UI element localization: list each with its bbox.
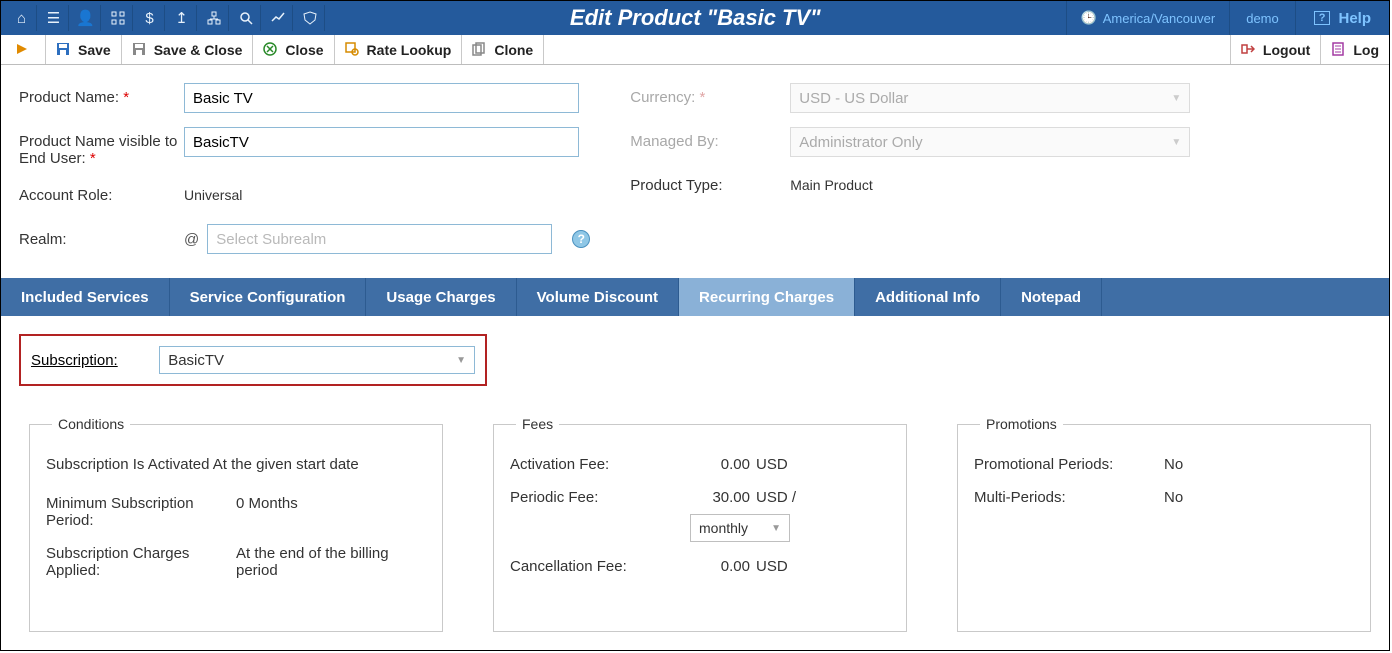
run-button[interactable] <box>1 35 46 64</box>
tab-service-configuration[interactable]: Service Configuration <box>170 278 367 316</box>
tab-included-services[interactable]: Included Services <box>1 278 170 316</box>
min-period-label: Minimum Subscription Period: <box>46 495 236 529</box>
hierarchy-icon[interactable] <box>199 5 229 31</box>
product-form: Product Name: * Product Name visible to … <box>1 65 1389 278</box>
promotions-legend: Promotions <box>980 416 1063 432</box>
product-type-value: Main Product <box>790 171 872 193</box>
chevron-down-icon: ▼ <box>1171 137 1181 148</box>
currency-select: USD - US Dollar▼ <box>790 83 1190 113</box>
periodic-fee-label: Periodic Fee: <box>510 489 690 506</box>
toolbar: Save Save & Close Close Rate Lookup Clon… <box>1 35 1389 65</box>
cancellation-fee-value: 0.00USD <box>690 558 890 575</box>
tab-content-recurring: Subscription: BasicTV ▼ Conditions Subsc… <box>1 316 1389 650</box>
save-button[interactable]: Save <box>46 35 122 64</box>
conditions-panel: Conditions Subscription Is Activated At … <box>29 416 443 632</box>
floppy-icon <box>56 42 72 58</box>
shield-icon[interactable] <box>295 5 325 31</box>
tab-filler <box>1102 278 1389 316</box>
subscription-select[interactable]: BasicTV ▼ <box>159 346 475 374</box>
search-icon[interactable] <box>231 5 261 31</box>
titlebar-iconrow: ⌂ ☰ 👤 $ ↥ <box>1 5 325 31</box>
grid-icon[interactable] <box>103 5 133 31</box>
chart-icon[interactable] <box>263 5 293 31</box>
promotional-periods-label: Promotional Periods: <box>974 456 1164 473</box>
multi-periods-label: Multi-Periods: <box>974 489 1164 506</box>
product-name-input[interactable] <box>184 83 579 113</box>
realm-input[interactable] <box>207 224 552 254</box>
managed-by-select: Administrator Only▼ <box>790 127 1190 157</box>
help-link[interactable]: ? Help <box>1295 1 1389 35</box>
chevron-down-icon: ▼ <box>456 355 466 366</box>
help-icon: ? <box>1314 11 1331 25</box>
user-link[interactable]: demo <box>1229 1 1295 35</box>
multi-periods-value: No <box>1164 489 1354 506</box>
clone-icon <box>472 42 488 58</box>
log-icon <box>1331 42 1347 58</box>
activation-text: Subscription Is Activated At the given s… <box>46 456 426 473</box>
close-button[interactable]: Close <box>253 35 334 64</box>
subscription-label: Subscription: <box>31 352 159 369</box>
clock-icon: 🕒 <box>1081 10 1097 26</box>
titlebar: ⌂ ☰ 👤 $ ↥ Edit Product "Basic TV" 🕒 Amer… <box>1 1 1389 35</box>
play-icon <box>15 42 31 58</box>
tab-usage-charges[interactable]: Usage Charges <box>366 278 516 316</box>
tab-additional-info[interactable]: Additional Info <box>855 278 1001 316</box>
rate-lookup-button[interactable]: Rate Lookup <box>335 35 463 64</box>
activation-fee-label: Activation Fee: <box>510 456 690 473</box>
import-icon[interactable]: ↥ <box>167 5 197 31</box>
floppy-icon <box>132 42 148 58</box>
page-title: Edit Product "Basic TV" <box>325 5 1066 31</box>
currency-label: Currency: * <box>630 83 790 106</box>
realm-at-symbol: @ <box>184 231 199 248</box>
activation-fee-value: 0.00USD <box>690 456 890 473</box>
timezone[interactable]: 🕒 America/Vancouver <box>1066 1 1230 35</box>
fees-panel: Fees Activation Fee: 0.00USD Periodic Fe… <box>493 416 907 632</box>
logout-button[interactable]: Logout <box>1230 35 1320 64</box>
min-period-value: 0 Months <box>236 495 426 512</box>
save-close-button[interactable]: Save & Close <box>122 35 254 64</box>
chevron-down-icon: ▼ <box>1171 93 1181 104</box>
product-name-label: Product Name: * <box>19 83 184 106</box>
product-name-eu-label: Product Name visible to End User: * <box>19 127 184 167</box>
product-type-label: Product Type: <box>630 171 790 194</box>
managed-by-label: Managed By: <box>630 127 790 150</box>
home-icon[interactable]: ⌂ <box>7 5 37 31</box>
list-icon[interactable]: ☰ <box>39 5 69 31</box>
close-icon <box>263 42 279 58</box>
charges-applied-label: Subscription Charges Applied: <box>46 545 236 579</box>
help-icon[interactable]: ? <box>572 230 590 248</box>
tab-notepad[interactable]: Notepad <box>1001 278 1102 316</box>
tab-recurring-charges[interactable]: Recurring Charges <box>679 278 855 316</box>
account-role-label: Account Role: <box>19 181 184 204</box>
person-icon[interactable]: 👤 <box>71 5 101 31</box>
period-select[interactable]: monthly ▼ <box>690 514 790 542</box>
log-button[interactable]: Log <box>1320 35 1389 64</box>
tabstrip: Included Services Service Configuration … <box>1 278 1389 316</box>
realm-label: Realm: <box>19 231 184 248</box>
logout-icon <box>1241 42 1257 58</box>
tab-volume-discount[interactable]: Volume Discount <box>517 278 679 316</box>
lookup-icon <box>345 42 361 58</box>
cancellation-fee-label: Cancellation Fee: <box>510 558 690 575</box>
clone-button[interactable]: Clone <box>462 35 544 64</box>
account-role-value: Universal <box>184 181 242 203</box>
chevron-down-icon: ▼ <box>771 523 781 534</box>
conditions-legend: Conditions <box>52 416 130 432</box>
charges-applied-value: At the end of the billing period <box>236 545 426 579</box>
fees-legend: Fees <box>516 416 559 432</box>
subscription-row: Subscription: BasicTV ▼ <box>19 334 487 386</box>
periodic-fee-value: 30.00USD / <box>690 489 890 506</box>
product-name-eu-input[interactable] <box>184 127 579 157</box>
promotional-periods-value: No <box>1164 456 1354 473</box>
dollar-icon[interactable]: $ <box>135 5 165 31</box>
promotions-panel: Promotions Promotional Periods: No Multi… <box>957 416 1371 632</box>
